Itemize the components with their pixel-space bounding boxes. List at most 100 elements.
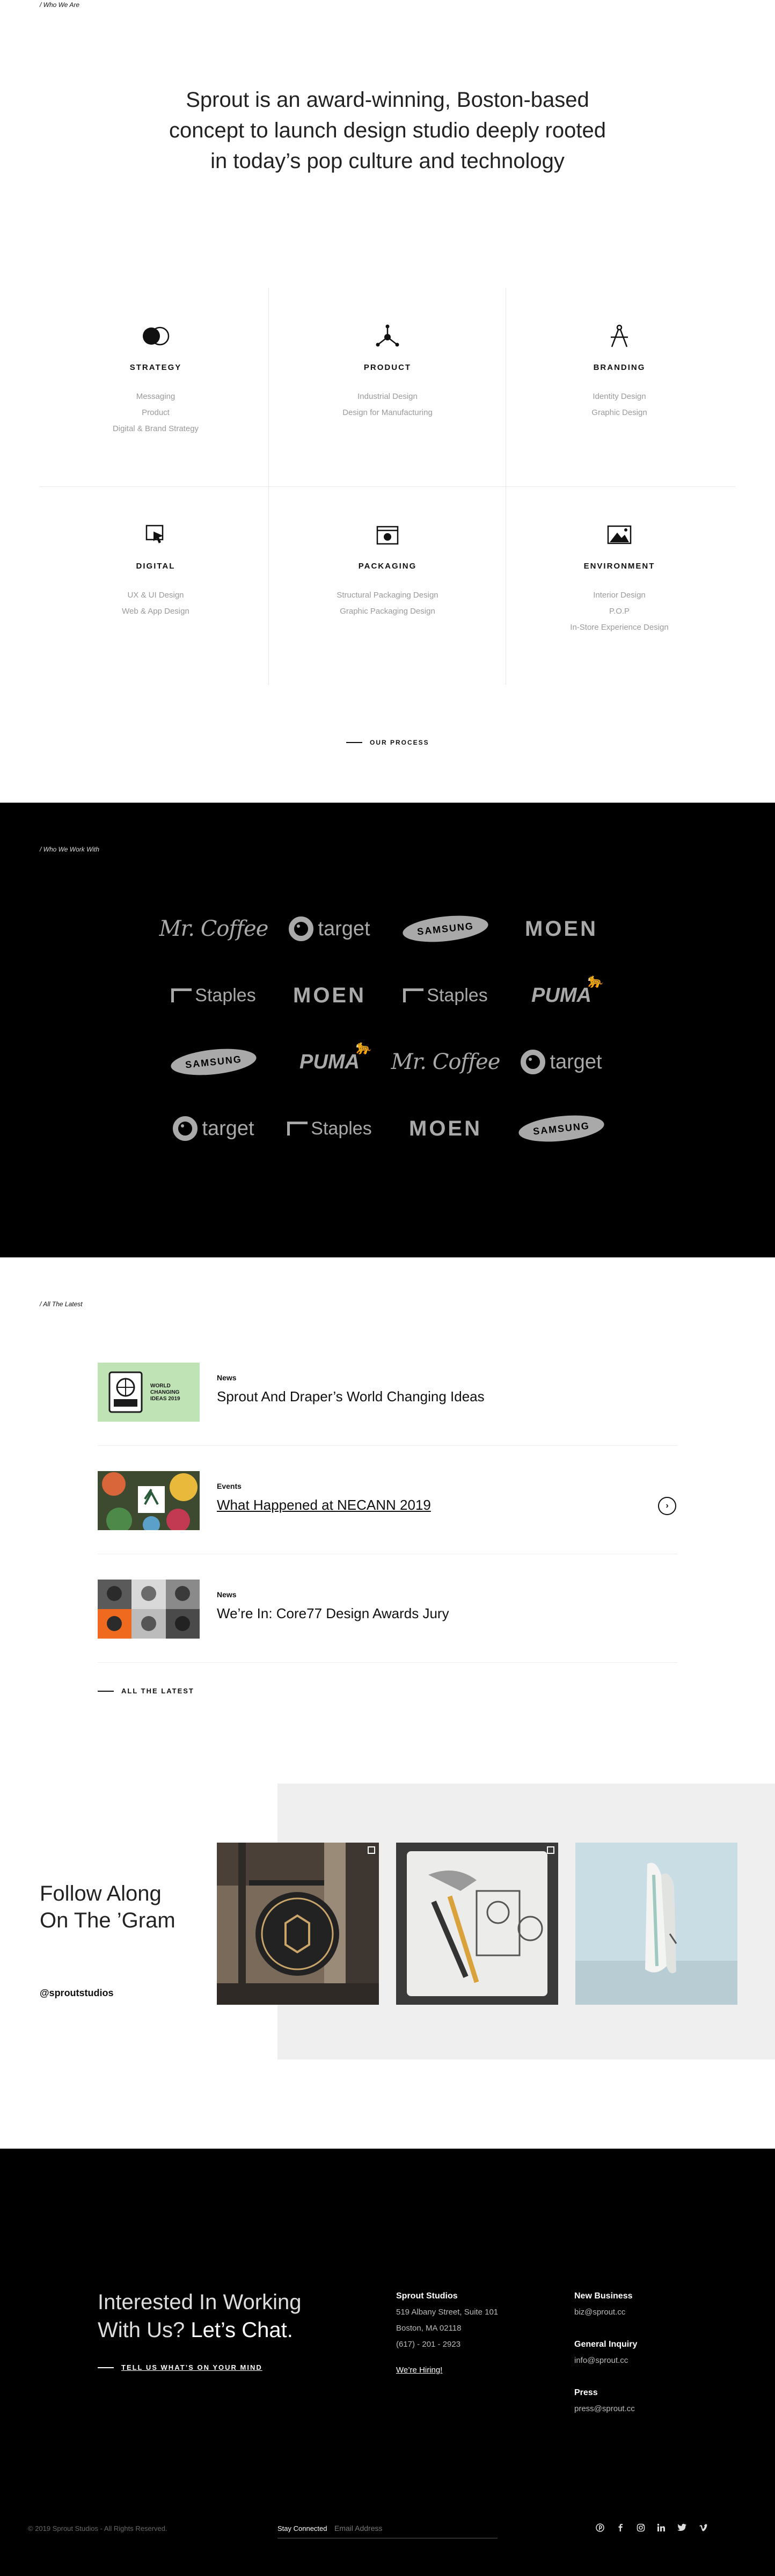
circles-icon [140, 320, 172, 352]
news-title[interactable]: Sprout And Draper’s World Changing Ideas [217, 1388, 485, 1405]
social-links [596, 2523, 707, 2534]
mr-coffee-logo: Mr. Coffee [159, 916, 269, 941]
news-thumbnail [98, 1471, 200, 1530]
news-title[interactable]: We’re In: Core77 Design Awards Jury [217, 1605, 449, 1622]
target-logo: target [272, 910, 388, 948]
services-grid: STRATEGY Messaging Product Digital & Brand… [40, 288, 735, 685]
service-strategy[interactable]: STRATEGY Messaging Product Digital & Brand… [40, 288, 272, 486]
box-icon [371, 519, 404, 551]
studio-heading: Sprout Studios [396, 2291, 458, 2301]
target-logo: target [156, 1110, 272, 1147]
address-line: 519 Albany Street, Suite 101 [396, 2308, 499, 2317]
contacts-column: New Business biz@sprout.cc General Inqui… [574, 2288, 637, 2417]
puma-logo: PUMA 🐆 [299, 1038, 371, 1073]
samsung-logo: SAMSUNG [156, 1043, 272, 1081]
press-heading: Press [574, 2388, 598, 2397]
moen-logo: MOEN [525, 916, 598, 941]
service-environment[interactable]: ENVIRONMENT Interior Design P.O.P In-Store… [503, 486, 735, 685]
service-item: Identity Design [593, 392, 646, 401]
service-title: BRANDING [593, 363, 646, 372]
service-packaging[interactable]: PACKAGING Structural Packaging Design Gra… [272, 486, 503, 685]
instagram-handle[interactable]: @sproutstudios [40, 1988, 114, 1999]
latest-section: / All The Latest WORLD CHANGING IDEAS 20… [0, 1257, 775, 1784]
who-we-are-section: / Who We Are Sprout is an award-winning,… [0, 0, 775, 803]
footer-section: Interested In Working With Us? Let’s Cha… [0, 2149, 775, 2576]
newsletter-form: Stay Connected [277, 2519, 498, 2538]
dash-line [346, 742, 362, 743]
client-logo-grid: Mr. Coffee target SAMSUNG MOEN Staples M… [156, 910, 619, 1157]
news-item[interactable]: Events What Happened at NECANN 2019 › [98, 1471, 677, 1530]
news-item[interactable]: News We’re In: Core77 Design Awards Jury [98, 1580, 677, 1639]
news-category: News [217, 1590, 237, 1599]
instagram-post[interactable] [217, 1843, 379, 2005]
moen-logo: MOEN [409, 1116, 482, 1140]
target-logo: target [503, 1043, 619, 1081]
service-item: Graphic Design [591, 408, 647, 417]
staples-logo: Staples [156, 977, 272, 1014]
phone-number: (617) - 201 - 2923 [396, 2340, 461, 2349]
service-title: PRODUCT [363, 363, 412, 372]
all-the-latest-label: ALL THE LATEST [121, 1687, 194, 1695]
linkedin-icon[interactable] [657, 2523, 666, 2534]
email-input[interactable] [334, 2521, 490, 2535]
new-business-heading: New Business [574, 2291, 633, 2301]
section-crumb: / All The Latest [40, 1300, 83, 1308]
our-process-link[interactable]: OUR PROCESS [346, 739, 429, 746]
service-item: Web & App Design [122, 607, 189, 616]
moen-logo: MOEN [293, 983, 366, 1007]
hiring-link[interactable]: We’re Hiring! [396, 2366, 442, 2375]
instagram-post[interactable] [575, 1843, 737, 2005]
facebook-icon[interactable] [616, 2523, 625, 2534]
stay-connected-label: Stay Connected [277, 2524, 327, 2533]
news-thumbnail: WORLD CHANGING IDEAS 2019 [98, 1363, 200, 1422]
service-item: Product [142, 408, 170, 417]
service-item: Interior Design [593, 591, 646, 600]
service-title: PACKAGING [358, 562, 417, 571]
service-item: Graphic Packaging Design [340, 607, 435, 616]
service-product[interactable]: PRODUCT Industrial Design Design for Manu… [272, 288, 503, 486]
copyright: © 2019 Sprout Studios - All Rights Reser… [28, 2524, 167, 2533]
vimeo-icon[interactable] [699, 2523, 707, 2534]
cursor-screen-icon [140, 519, 172, 551]
press-email[interactable]: press@sprout.cc [574, 2401, 637, 2417]
twitter-icon[interactable] [677, 2523, 687, 2534]
tell-us-label: TELL US WHAT’S ON YOUR MIND [121, 2363, 262, 2371]
instagram-heading: Follow Along On The ’Gram [40, 1882, 176, 1932]
service-item: Digital & Brand Strategy [112, 424, 199, 433]
arrow-right-icon[interactable]: › [658, 1497, 676, 1515]
service-title: ENVIRONMENT [583, 562, 655, 571]
general-inquiry-email[interactable]: info@sprout.cc [574, 2353, 637, 2369]
service-title: DIGITAL [136, 562, 176, 571]
service-item: UX & UI Design [127, 591, 184, 600]
cta-heading: Interested In Working With Us? Let’s Cha… [98, 2290, 302, 2342]
section-crumb: / Who We Work With [40, 846, 100, 853]
tell-us-link[interactable]: TELL US WHAT’S ON YOUR MIND [98, 2363, 262, 2371]
mr-coffee-logo: Mr. Coffee [391, 1050, 501, 1074]
landscape-icon [603, 519, 635, 551]
news-item[interactable]: WORLD CHANGING IDEAS 2019 News Sprout An… [98, 1363, 677, 1422]
nodes-icon [371, 320, 404, 352]
news-category: News [217, 1373, 237, 1382]
samsung-logo: SAMSUNG [388, 910, 503, 948]
service-item: Messaging [136, 392, 176, 401]
service-branding[interactable]: BRANDING Identity Design Graphic Design [503, 288, 735, 486]
our-process-label: OUR PROCESS [370, 739, 429, 746]
all-the-latest-link[interactable]: ALL THE LATEST [98, 1687, 194, 1695]
pinterest-icon[interactable] [596, 2523, 604, 2534]
service-digital[interactable]: DIGITAL UX & UI Design Web & App Design [40, 486, 272, 685]
new-business-email[interactable]: biz@sprout.cc [574, 2304, 637, 2320]
instagram-post[interactable] [396, 1843, 558, 2005]
dash-line [98, 2367, 114, 2368]
instagram-section: Follow Along On The ’Gram @sproutstudios [0, 1784, 775, 2149]
award-badge-text: WORLD CHANGING IDEAS 2019 [150, 1383, 180, 1402]
staples-logo: Staples [388, 977, 503, 1014]
samsung-logo: SAMSUNG [503, 1110, 619, 1147]
service-title: STRATEGY [129, 363, 182, 372]
service-item: In-Store Experience Design [570, 623, 669, 632]
news-title[interactable]: What Happened at NECANN 2019 [217, 1497, 431, 1513]
news-category: Events [217, 1482, 242, 1490]
staples-logo: Staples [272, 1110, 388, 1147]
instagram-icon[interactable] [637, 2523, 645, 2534]
dash-line [98, 1690, 114, 1692]
service-item: P.O.P [609, 607, 630, 616]
